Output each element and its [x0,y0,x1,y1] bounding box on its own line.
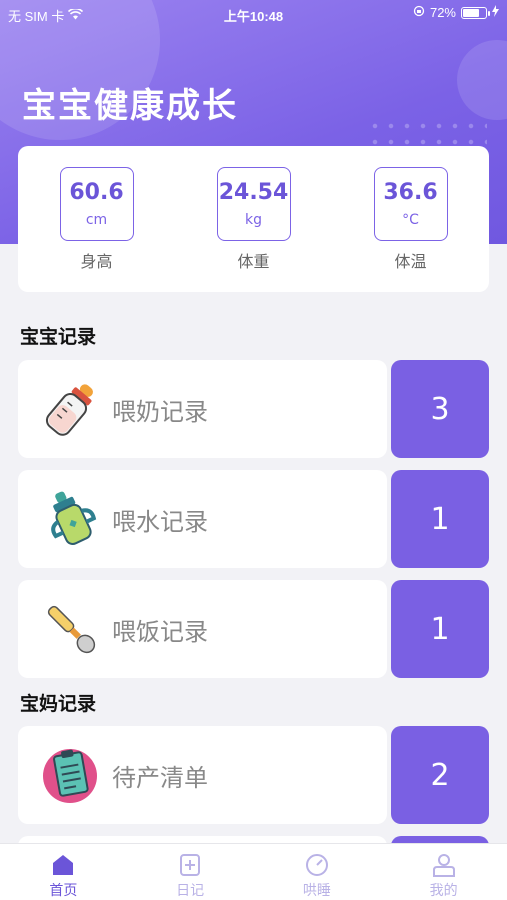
record-count-badge[interactable]: 1 [391,470,489,568]
profile-icon [432,854,455,877]
page-title: 宝宝健康成长 [22,86,238,126]
metric-box: 60.6 cm [59,167,134,241]
metric-box: 24.54 kg [216,167,291,241]
metric-label: 体重 [237,252,270,271]
record-row-water[interactable]: 喂水记录 1 [18,470,489,568]
record-label: 喂奶记录 [112,397,208,426]
tab-label: 哄睡 [302,883,331,899]
record-card[interactable]: 喂水记录 [18,470,387,568]
metric-height[interactable]: 60.6 cm 身高 [37,167,157,272]
spoon-icon [38,596,104,662]
tab-diary[interactable]: 日记 [127,844,254,900]
tab-label: 我的 [429,883,458,899]
sleep-gauge-icon [305,854,328,876]
section-title-mom: 宝妈记录 [20,693,97,715]
metric-label: 身高 [80,252,113,271]
metric-value: 36.6 [383,180,438,205]
metric-weight[interactable]: 24.54 kg 体重 [194,167,314,272]
record-row-partial [18,836,489,843]
record-count-badge [391,836,489,843]
metric-label: 体温 [394,252,427,271]
tab-home[interactable]: 首页 [0,844,127,900]
decorative-bubble [457,40,507,120]
charging-icon [492,5,499,20]
battery-percent: 72% [429,5,456,20]
metric-box: 36.6 °C [373,167,448,241]
diary-add-icon [180,854,201,876]
orientation-lock-icon [413,5,425,20]
sippy-cup-icon [38,486,104,552]
section-title-baby: 宝宝记录 [20,326,97,348]
record-card[interactable]: 喂奶记录 [18,360,387,458]
record-count-badge[interactable]: 3 [391,360,489,458]
tab-label: 首页 [49,883,78,899]
baby-bottle-icon [38,376,104,442]
record-label: 喂饭记录 [112,617,208,646]
record-card [18,836,387,843]
home-icon [53,855,74,875]
tab-label: 日记 [176,883,205,899]
battery-icon [461,6,490,19]
status-bar: 无 SIM 卡 上午10:48 72% [0,0,507,28]
metric-unit: kg [245,212,262,228]
metrics-card: 60.6 cm 身高 24.54 kg 体重 36.6 °C 体温 [18,146,489,292]
record-row-checklist[interactable]: 待产清单 2 [18,726,489,824]
record-label: 待产清单 [112,763,208,792]
metric-value: 24.54 [218,180,289,205]
record-card[interactable]: 喂饭记录 [18,580,387,678]
tab-profile[interactable]: 我的 [380,844,507,900]
record-label: 喂水记录 [112,507,208,536]
metric-unit: cm [85,212,108,228]
clipboard-icon [38,742,104,808]
record-count-badge[interactable]: 2 [391,726,489,824]
record-row-feeding[interactable]: 喂奶记录 3 [18,360,489,458]
record-row-meal[interactable]: 喂饭记录 1 [18,580,489,678]
metric-temperature[interactable]: 36.6 °C 体温 [351,167,471,272]
metric-value: 60.6 [69,180,124,205]
tab-sleep[interactable]: 哄睡 [254,844,381,900]
record-count-badge[interactable]: 1 [391,580,489,678]
metric-unit: °C [402,212,419,228]
record-card[interactable]: 待产清单 [18,726,387,824]
tab-bar: 首页 日记 哄睡 我的 [0,843,507,900]
